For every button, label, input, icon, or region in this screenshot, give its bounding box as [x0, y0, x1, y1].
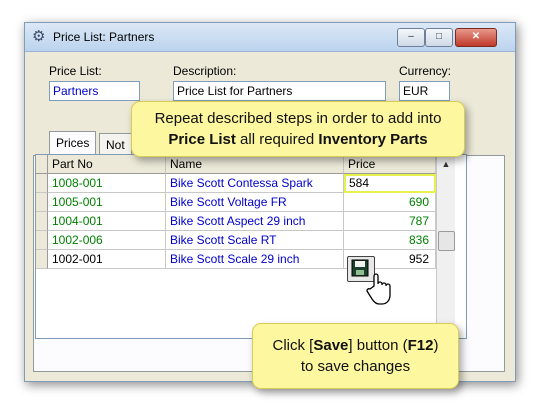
- window-title: Price List: Partners: [53, 30, 155, 44]
- part-no-cell[interactable]: 1002-001: [48, 250, 166, 269]
- callout-top-line2: Price List all required Inventory Parts: [132, 129, 464, 150]
- price-list-label: Price List:: [49, 64, 102, 78]
- table-row[interactable]: 1005-001 Bike Scott Voltage FR 690: [36, 193, 436, 212]
- grid-header: Part No Name Price: [36, 155, 436, 174]
- callout-f12-bold: F12: [407, 337, 434, 354]
- callout-price-list-bold: Price List: [168, 131, 236, 148]
- description-field[interactable]: Price List for Partners: [173, 81, 386, 101]
- description-label: Description:: [173, 64, 237, 78]
- table-row[interactable]: 1002-001 Bike Scott Scale 29 inch 952: [36, 250, 436, 269]
- callout-middle-text: all required: [235, 131, 319, 148]
- name-cell[interactable]: Bike Scott Aspect 29 inch: [166, 212, 344, 231]
- close-button[interactable]: ✕: [455, 28, 497, 47]
- price-cell[interactable]: 787: [344, 212, 436, 231]
- minimize-button[interactable]: –: [397, 28, 425, 47]
- table-row[interactable]: 1008-001 Bike Scott Contessa Spark 584: [36, 174, 436, 193]
- part-no-cell[interactable]: 1002-006: [48, 231, 166, 250]
- name-cell[interactable]: Bike Scott Contessa Spark: [166, 174, 344, 193]
- row-selector[interactable]: [36, 174, 48, 193]
- table-row[interactable]: 1004-001 Bike Scott Aspect 29 inch 787: [36, 212, 436, 231]
- part-no-cell[interactable]: 1004-001: [48, 212, 166, 231]
- callout-top-line1: Repeat described steps in order to add i…: [154, 110, 442, 127]
- row-selector[interactable]: [36, 231, 48, 250]
- name-cell[interactable]: Bike Scott Voltage FR: [166, 193, 344, 212]
- callout-bottom-line1: Click [Save] button (F12): [253, 335, 458, 356]
- price-cell[interactable]: 690: [344, 193, 436, 212]
- row-selector[interactable]: [36, 212, 48, 231]
- callout-save-bold: Save: [313, 337, 349, 354]
- table-row[interactable]: 1002-006 Bike Scott Scale RT 836: [36, 231, 436, 250]
- price-input[interactable]: 584: [344, 174, 436, 193]
- row-header-corner: [36, 155, 48, 174]
- currency-field[interactable]: EUR: [399, 81, 450, 101]
- callout-inventory-parts-bold: Inventory Parts: [318, 131, 428, 148]
- price-cell[interactable]: 836: [344, 231, 436, 250]
- title-bar: ⚙ Price List: Partners – □ ✕: [25, 23, 515, 52]
- column-header-price[interactable]: Price: [344, 155, 436, 174]
- part-no-cell[interactable]: 1008-001: [48, 174, 166, 193]
- callout-click-text: Click [: [272, 337, 314, 354]
- vertical-scrollbar[interactable]: ▲: [436, 155, 455, 325]
- instruction-callout-top: Repeat described steps in order to add i…: [131, 101, 465, 157]
- hand-cursor-icon: [366, 273, 391, 305]
- tab-notes[interactable]: Not: [99, 133, 132, 156]
- instruction-callout-bottom: Click [Save] button (F12) to save change…: [252, 323, 459, 389]
- callout-button-text: ] button (: [348, 337, 408, 354]
- name-cell[interactable]: Bike Scott Scale RT: [166, 231, 344, 250]
- row-selector[interactable]: [36, 250, 48, 269]
- prices-grid: Part No Name Price 1008-001 Bike Scott C…: [35, 154, 467, 339]
- scroll-up-icon[interactable]: ▲: [437, 155, 455, 173]
- price-list-field[interactable]: Partners: [49, 81, 140, 101]
- currency-label: Currency:: [399, 64, 452, 78]
- column-header-name[interactable]: Name: [166, 155, 344, 174]
- name-cell[interactable]: Bike Scott Scale 29 inch: [166, 250, 344, 269]
- app-icon: ⚙: [32, 28, 46, 45]
- tab-prices[interactable]: Prices: [49, 131, 97, 156]
- maximize-button[interactable]: □: [425, 28, 453, 47]
- callout-close-paren: ): [433, 337, 439, 354]
- row-selector[interactable]: [36, 193, 48, 212]
- part-no-cell[interactable]: 1005-001: [48, 193, 166, 212]
- column-header-part-no[interactable]: Part No: [48, 155, 166, 174]
- scroll-thumb[interactable]: [438, 231, 455, 251]
- callout-bottom-line2: to save changes: [300, 358, 411, 375]
